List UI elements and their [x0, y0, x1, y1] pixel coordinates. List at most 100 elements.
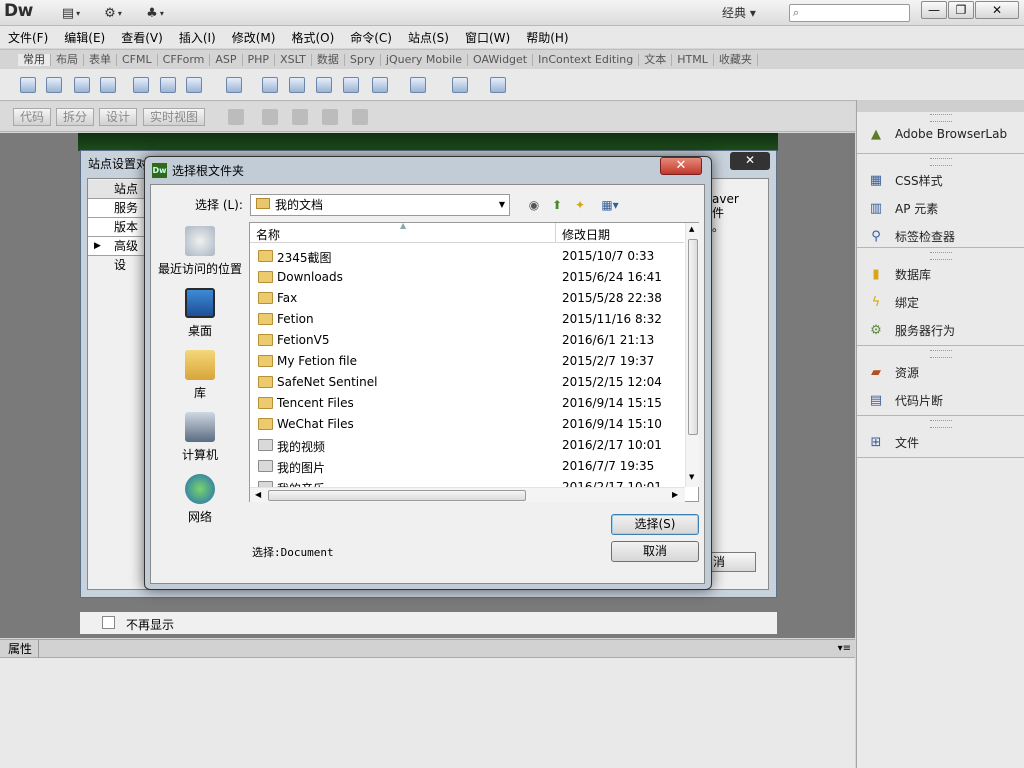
panel-css-styles[interactable]: ▦ CSS样式: [857, 166, 1024, 194]
dont-show-again-checkbox[interactable]: [102, 616, 115, 629]
site-category-advanced[interactable]: ▶ 高级设: [88, 237, 148, 272]
look-in-select[interactable]: 我的文档 ▼: [250, 194, 510, 216]
tab-incontext-editing[interactable]: InContext Editing: [533, 53, 640, 66]
div-icon[interactable]: [160, 77, 176, 93]
view-menu-icon[interactable]: ▦▾: [597, 196, 623, 214]
menu-help[interactable]: 帮助(H): [526, 29, 568, 46]
date-icon[interactable]: [289, 77, 305, 93]
file-row[interactable]: Fax 2015/5/28 22:38: [250, 288, 684, 309]
tab-asp[interactable]: ASP: [210, 53, 243, 66]
server-side-include-icon[interactable]: [316, 77, 332, 93]
visual-aids-icon[interactable]: [322, 109, 338, 125]
place-recent[interactable]: 最近访问的位置: [153, 226, 247, 277]
table-icon[interactable]: [133, 77, 149, 93]
scroll-up-icon[interactable]: ▲: [689, 225, 694, 233]
site-category-site[interactable]: 站点: [88, 180, 148, 199]
horizontal-scroll-thumb[interactable]: [268, 490, 526, 501]
place-desktop[interactable]: 桌面: [153, 288, 247, 339]
comment-icon[interactable]: [343, 77, 359, 93]
panel-server-behaviors[interactable]: ⚙ 服务器行为: [857, 316, 1024, 344]
multiscreen-icon[interactable]: [228, 109, 244, 125]
code-view-button[interactable]: 代码: [13, 108, 52, 126]
properties-title[interactable]: 属性: [8, 642, 32, 656]
tab-forms[interactable]: 表单: [84, 53, 117, 66]
tab-php[interactable]: PHP: [243, 53, 276, 66]
up-folder-icon[interactable]: ⬆: [548, 196, 566, 214]
menu-edit[interactable]: 编辑(E): [64, 29, 105, 46]
menu-window[interactable]: 窗口(W): [465, 29, 510, 46]
split-view-button[interactable]: 拆分: [56, 108, 95, 126]
panel-browserlab[interactable]: ▲ Adobe BrowserLab: [857, 122, 1024, 146]
panel-databases[interactable]: ▮ 数据库: [857, 260, 1024, 288]
back-icon[interactable]: ◉: [525, 196, 543, 214]
tab-layout[interactable]: 布局: [51, 53, 84, 66]
tab-cfml[interactable]: CFML: [117, 53, 158, 66]
horizontal-scrollbar[interactable]: ◀ ▶: [250, 487, 685, 502]
panel-bindings[interactable]: ϟ 绑定: [857, 288, 1024, 316]
scroll-down-icon[interactable]: ▼: [689, 473, 694, 481]
site-cancel-button[interactable]: 消: [710, 552, 756, 572]
file-row[interactable]: Downloads 2015/6/24 16:41: [250, 267, 684, 288]
panel-assets[interactable]: ▰ 资源: [857, 358, 1024, 386]
close-button[interactable]: ✕: [975, 1, 1019, 19]
panel-tag-inspector[interactable]: ⚲ 标签检查器: [857, 222, 1024, 250]
tab-html[interactable]: HTML: [672, 53, 714, 66]
workspace-switcher[interactable]: 经典 ▾: [722, 4, 756, 21]
menu-site[interactable]: 站点(S): [408, 29, 449, 46]
image-icon[interactable]: [186, 77, 202, 93]
scroll-right-icon[interactable]: ▶: [672, 490, 678, 499]
file-row[interactable]: Tencent Files 2016/9/14 15:15: [250, 393, 684, 414]
tab-cfform[interactable]: CFForm: [158, 53, 211, 66]
menu-view[interactable]: 查看(V): [121, 29, 163, 46]
widget-icon[interactable]: [262, 77, 278, 93]
head-icon[interactable]: [372, 77, 388, 93]
grip[interactable]: [930, 350, 952, 358]
panel-files[interactable]: ⊞ 文件: [857, 428, 1024, 456]
search-input[interactable]: ⌕: [789, 4, 910, 22]
tab-common[interactable]: 常用: [18, 53, 51, 66]
media-icon[interactable]: [226, 77, 242, 93]
place-computer[interactable]: 计算机: [153, 412, 247, 463]
menu-modify[interactable]: 修改(M): [232, 29, 276, 46]
minimize-button[interactable]: —: [921, 1, 947, 19]
tab-text[interactable]: 文本: [639, 53, 673, 66]
panel-snippets[interactable]: ▤ 代码片断: [857, 386, 1024, 414]
file-row[interactable]: WeChat Files 2016/9/14 15:10: [250, 414, 684, 435]
cancel-button[interactable]: 取消: [611, 541, 699, 562]
site-category-version-control[interactable]: 版本控: [88, 218, 148, 253]
menu-file[interactable]: 文件(F): [8, 29, 48, 46]
tag-chooser-icon[interactable]: [490, 77, 506, 93]
hyperlink-icon[interactable]: [20, 77, 36, 93]
vertical-scrollbar[interactable]: ▲ ▼: [685, 223, 699, 487]
site-dialog-close-icon[interactable]: ✕: [730, 152, 770, 170]
script-icon[interactable]: [410, 77, 426, 93]
scroll-left-icon[interactable]: ◀: [255, 490, 261, 499]
file-row[interactable]: 2345截图 2015/10/7 0:33: [250, 246, 684, 267]
panel-options-icon[interactable]: ▾≡: [838, 640, 851, 658]
design-view-button[interactable]: 设计: [99, 108, 138, 126]
tab-oawidget[interactable]: OAWidget: [468, 53, 534, 66]
file-row[interactable]: Fetion 2015/11/16 8:32: [250, 309, 684, 330]
restore-button[interactable]: ❐: [948, 1, 974, 19]
live-view-button[interactable]: 实时视图: [143, 108, 206, 126]
menu-insert[interactable]: 插入(I): [179, 29, 216, 46]
grip[interactable]: [930, 114, 952, 122]
file-row[interactable]: 我的音乐 2016/2/17 10:01: [250, 477, 684, 487]
grip[interactable]: [930, 420, 952, 428]
file-row[interactable]: 我的图片 2016/7/7 19:35: [250, 456, 684, 477]
place-libraries[interactable]: 库: [153, 350, 247, 401]
file-row[interactable]: FetionV5 2016/6/1 21:13: [250, 330, 684, 351]
grip[interactable]: [930, 252, 952, 260]
tab-jquery-mobile[interactable]: jQuery Mobile: [381, 53, 468, 66]
place-network[interactable]: 网络: [153, 474, 247, 525]
check-page-icon[interactable]: [352, 109, 368, 125]
horizontal-rule-icon[interactable]: [100, 77, 116, 93]
grip[interactable]: [930, 158, 952, 166]
file-row[interactable]: SafeNet Sentinel 2015/2/15 12:04: [250, 372, 684, 393]
select-button[interactable]: 选择(S): [611, 514, 699, 535]
file-row[interactable]: My Fetion file 2015/2/7 19:37: [250, 351, 684, 372]
email-link-icon[interactable]: [46, 77, 62, 93]
tab-xslt[interactable]: XSLT: [275, 53, 312, 66]
vertical-scroll-thumb[interactable]: [688, 239, 698, 435]
templates-icon[interactable]: [452, 77, 468, 93]
